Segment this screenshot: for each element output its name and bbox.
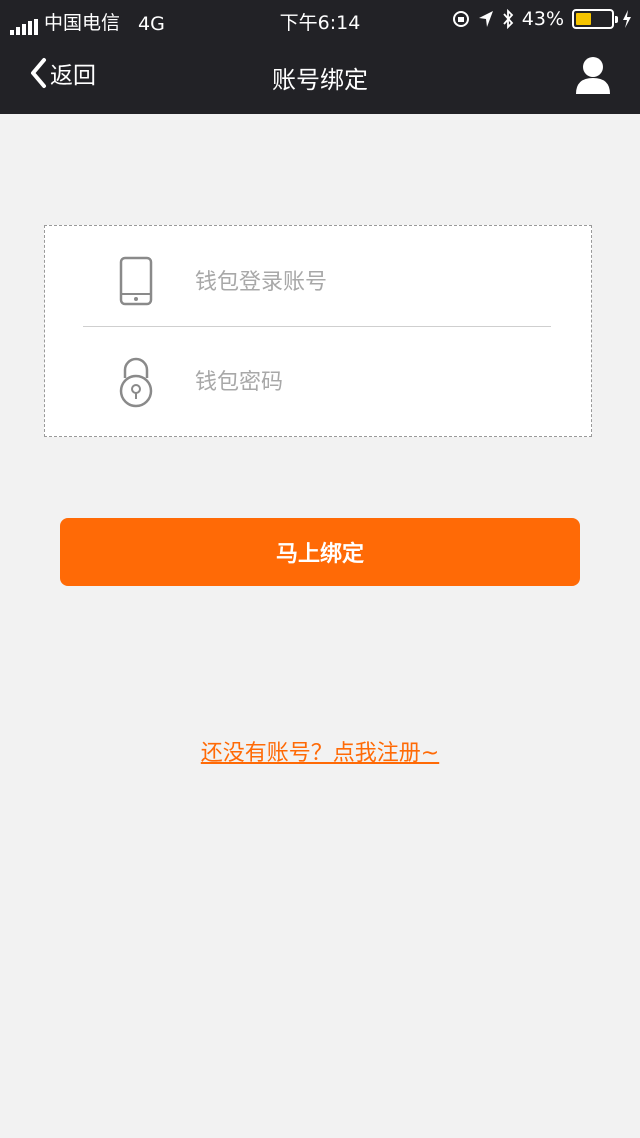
location-icon [478, 11, 493, 27]
status-right: 43% [452, 8, 632, 30]
password-input[interactable] [195, 360, 555, 404]
status-bar: 中国电信 4G 下午6:14 43% [0, 0, 640, 38]
form-divider [83, 326, 551, 327]
account-row [45, 230, 591, 330]
bind-button[interactable]: 马上绑定 [60, 518, 580, 586]
lock-icon [119, 357, 153, 408]
login-form-card [44, 225, 592, 437]
nav-bar: 返回 账号绑定 [0, 38, 640, 114]
battery-fill [576, 13, 591, 25]
page-title: 账号绑定 [272, 66, 368, 94]
bluetooth-icon [503, 9, 514, 29]
phone-icon [119, 256, 153, 306]
register-link[interactable]: 还没有账号？点我注册~ [0, 735, 640, 767]
password-row [45, 330, 591, 430]
charging-icon [623, 10, 631, 28]
user-icon[interactable] [574, 56, 612, 96]
orientation-lock-icon [452, 11, 469, 27]
battery-percent: 43% [521, 8, 564, 30]
account-input[interactable] [195, 260, 555, 304]
top-bar: 中国电信 4G 下午6:14 43% 返回 账号绑定 [0, 0, 640, 114]
battery-icon [572, 9, 618, 29]
